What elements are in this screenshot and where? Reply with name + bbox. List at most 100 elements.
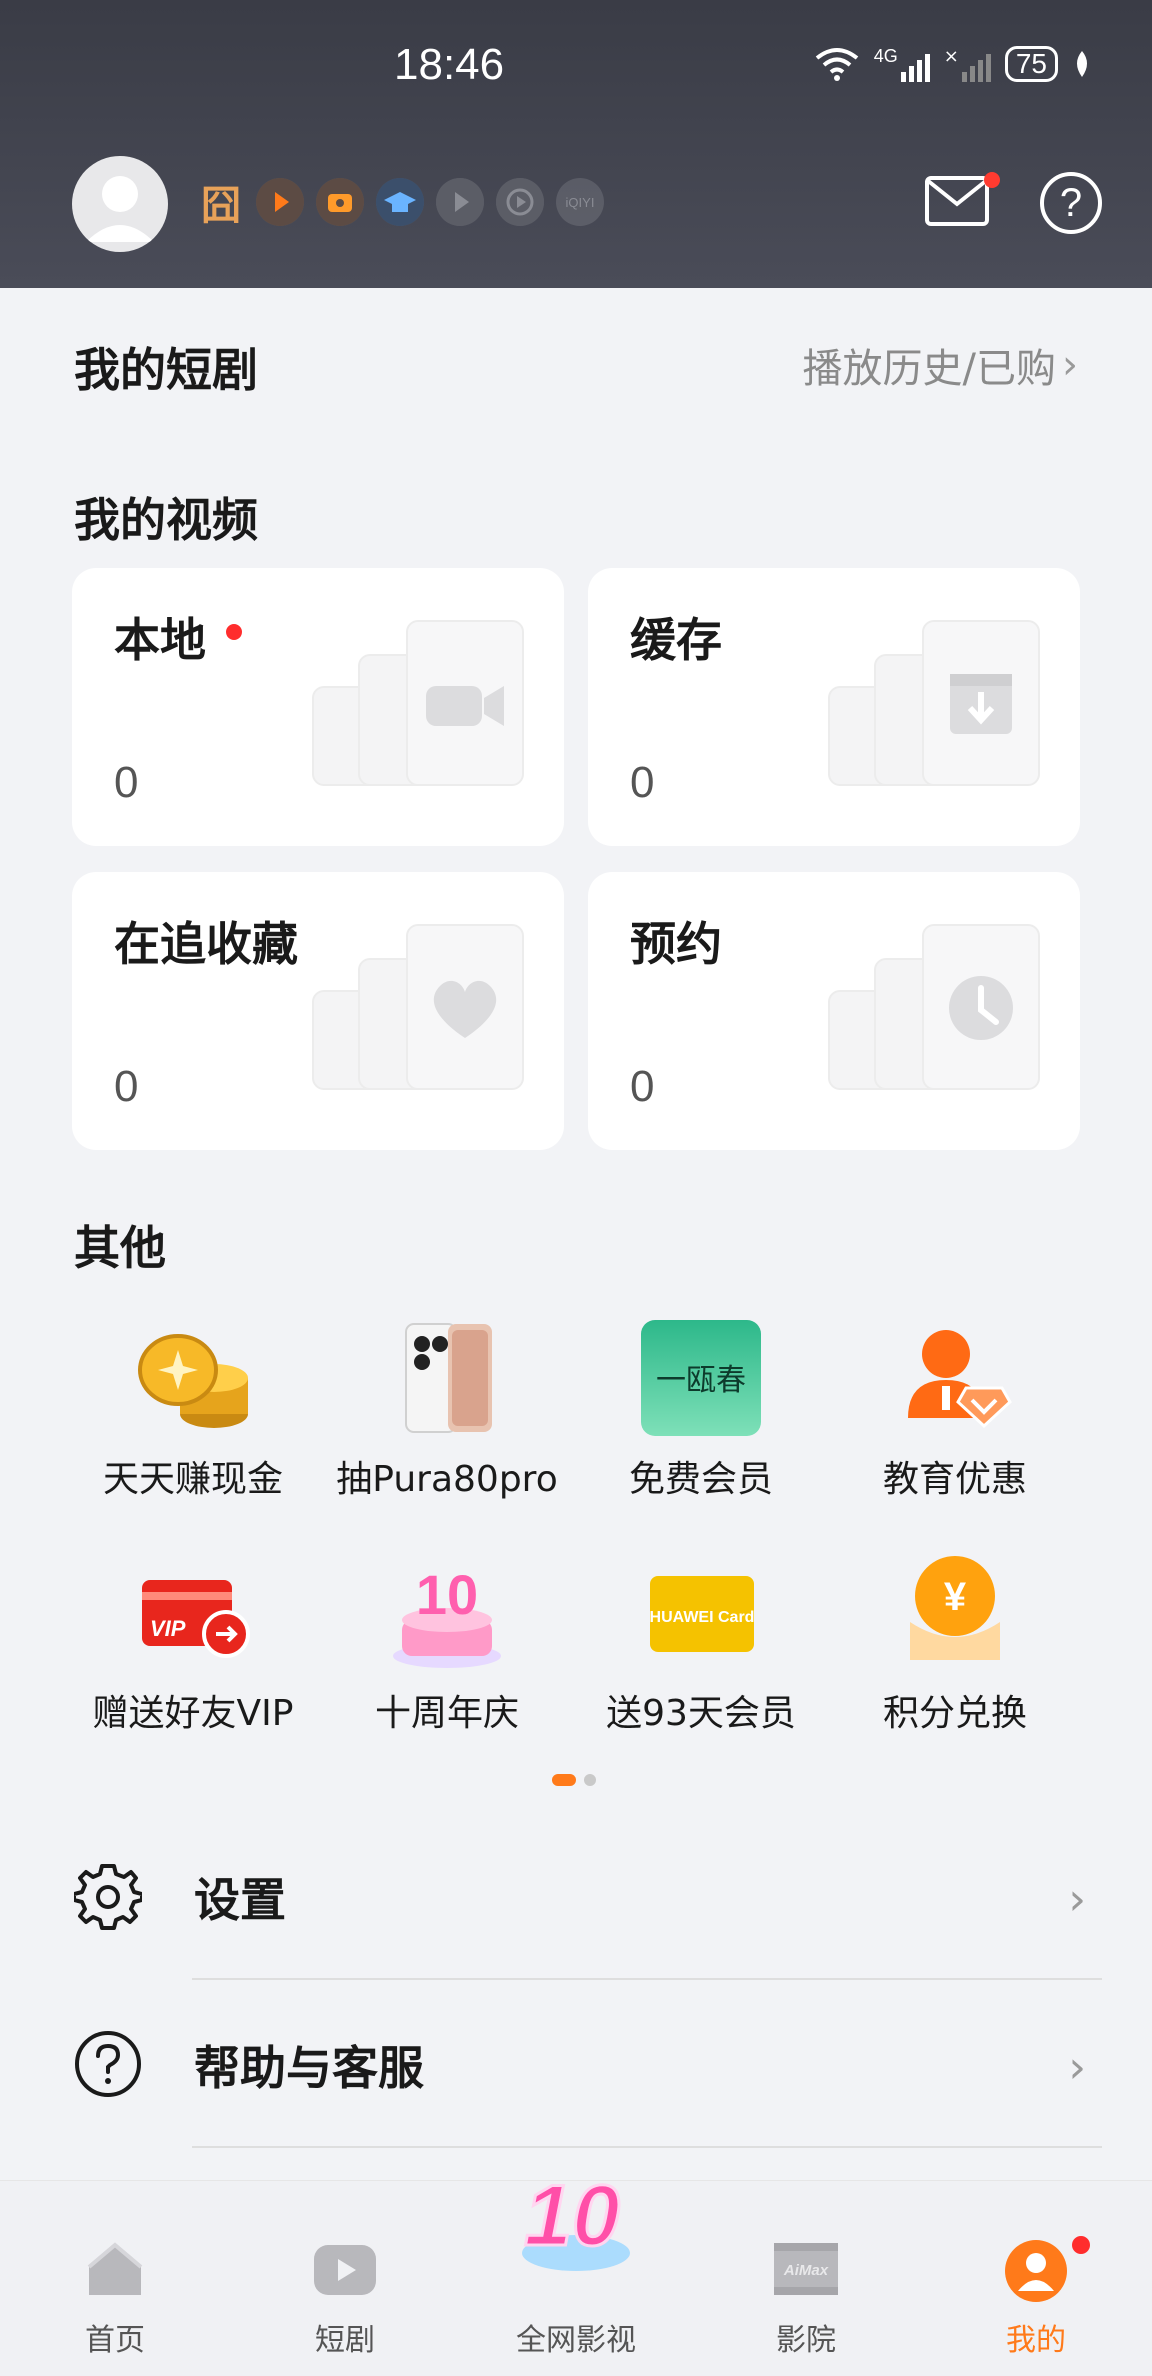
battery-indicator: 75 (1004, 46, 1058, 82)
video-camera-icon (426, 686, 504, 726)
nav-label: 全网影视 (516, 2323, 636, 2358)
cache-videos-card[interactable]: 缓存 0 (588, 568, 1080, 846)
video-badge-icon[interactable] (436, 178, 484, 226)
download-box-icon (950, 674, 1012, 734)
grid-label: 送93天会员 (606, 1693, 796, 1734)
grid-label: 赠送好友VIP (92, 1693, 294, 1734)
heart-icon (433, 980, 497, 1038)
avatar[interactable] (72, 156, 168, 252)
aimax-icon-text: AiMax (783, 2262, 829, 2279)
grid-item-free-member[interactable]: 一瓯春 免费会员 (576, 1318, 826, 1502)
grid-item-education-discount[interactable]: 教育优惠 (830, 1318, 1080, 1502)
wifi-icon (815, 48, 858, 81)
grid-item-points-exchange[interactable]: ¥ 积分兑换 (830, 1552, 1080, 1736)
iqiyi-label: iQIYI (565, 194, 595, 210)
mail-icon[interactable] (924, 172, 990, 228)
nav-all-videos[interactable]: 10 全网影视 (461, 2167, 691, 2376)
gear-icon (74, 1864, 142, 1930)
help-icon[interactable]: ? (1040, 172, 1102, 234)
status-time: 18:46 (394, 40, 505, 89)
local-videos-card[interactable]: 本地 0 (72, 568, 564, 846)
grid-item-tenth-anniversary[interactable]: 10 十周年庆 (322, 1552, 572, 1736)
vip-card-icon-text: VIP (150, 1616, 186, 1641)
nav-label: 首页 (85, 2323, 145, 2358)
tenth-anniversary-icon: 10 (522, 2167, 630, 2271)
free-member-icon-text: 一瓯春 (656, 1363, 746, 1398)
my-videos-title: 我的视频 (74, 493, 258, 547)
signal-4g-icon: 4G (874, 46, 930, 82)
nav-home[interactable]: 首页 (0, 2181, 230, 2376)
nav-profile[interactable]: 我的 (921, 2181, 1151, 2376)
card-title: 在追收藏 (114, 917, 298, 971)
signal-no-sim-icon: × (944, 46, 991, 82)
grid-label: 积分兑换 (882, 1693, 1027, 1734)
nav-label: 影院 (776, 2323, 836, 2358)
leaf-icon (1077, 51, 1087, 77)
settings-row[interactable]: 设置 › (0, 1812, 1152, 1980)
vip-card-icon: VIP (128, 1552, 258, 1672)
menu-label: 设置 (194, 1873, 286, 1927)
grid-item-pura-draw[interactable]: 抽Pura80pro (322, 1318, 572, 1502)
nav-label: 短剧 (315, 2323, 375, 2358)
pager-dot-active (552, 1774, 576, 1786)
chevron-right-icon: › (1068, 1874, 1086, 1925)
network-type: 4G (873, 46, 898, 66)
card-title: 本地 (114, 613, 206, 667)
member-badge[interactable]: 囧 (198, 179, 244, 229)
mail-notification-dot (984, 172, 1000, 188)
new-indicator-dot (226, 624, 242, 640)
menu-label: 帮助与客服 (194, 2041, 424, 2095)
grid-item-daily-cash[interactable]: 天天赚现金 (68, 1318, 318, 1502)
profile-icon (1005, 2240, 1067, 2302)
card-count: 0 (114, 758, 139, 807)
grid-label: 十周年庆 (374, 1693, 519, 1734)
card-count: 0 (630, 758, 655, 807)
pager-dot (584, 1774, 596, 1786)
others-title: 其他 (74, 1221, 166, 1275)
home-icon (87, 2242, 143, 2295)
grid-label: 天天赚现金 (102, 1459, 283, 1500)
points-exchange-icon: ¥ (890, 1552, 1020, 1672)
grid-label: 教育优惠 (882, 1459, 1027, 1500)
tv-badge-icon[interactable] (316, 178, 364, 226)
bottom-navigation: 首页 短剧 10 全网影视 AiMax 影院 我的 (0, 2167, 1152, 2376)
tenth-anniversary-icon-text: 10 (524, 2168, 620, 2264)
grid-label: 免费会员 (628, 1459, 773, 1500)
grid-item-93-days-member[interactable]: HUAWEI Card 送93天会员 (576, 1552, 826, 1736)
play-history-link[interactable]: 播放历史/已购 › (803, 336, 1078, 394)
status-icons: 4G × 75 (814, 46, 1092, 82)
iqiyi-badge-icon[interactable]: iQIYI (556, 178, 604, 226)
education-discount-icon (890, 1318, 1020, 1438)
chevron-right-icon: › (1068, 2042, 1086, 2093)
nav-short-drama[interactable]: 短剧 (230, 2181, 460, 2376)
nav-label: 我的 (1006, 2323, 1066, 2358)
help-support-row[interactable]: 帮助与客服 › (0, 1980, 1152, 2148)
points-exchange-icon-text: ¥ (944, 1575, 967, 1619)
profile-header: 18:46 4G × 75 囧 iQIYI ? (0, 0, 1152, 288)
anniversary-cake-icon: 10 (382, 1552, 512, 1672)
card-title: 预约 (630, 917, 722, 971)
card-title: 缓存 (630, 613, 722, 667)
grid-label: 抽Pura80pro (336, 1459, 558, 1500)
member-badges[interactable]: 囧 iQIYI (198, 178, 604, 229)
film-badge-icon[interactable] (496, 178, 544, 226)
education-badge-icon[interactable] (376, 178, 424, 226)
phone-icon (382, 1318, 512, 1438)
profile-notification-dot (1069, 2233, 1093, 2257)
chevron-right-icon: › (1062, 342, 1078, 388)
following-favorites-card[interactable]: 在追收藏 0 (72, 872, 564, 1150)
play-badge-icon[interactable] (256, 178, 304, 226)
nav-cinema[interactable]: AiMax 影院 (691, 2181, 921, 2376)
card-count: 0 (630, 1062, 655, 1111)
help-circle-icon (75, 2031, 141, 2097)
divider (192, 2146, 1102, 2148)
free-member-icon: 一瓯春 (636, 1318, 766, 1438)
others-pager (552, 1774, 596, 1786)
play-history-label: 播放历史/已购 (802, 346, 1056, 392)
grid-item-gift-vip[interactable]: VIP 赠送好友VIP (68, 1552, 318, 1736)
card-count: 0 (114, 1062, 139, 1111)
anniversary-cake-icon-text: 10 (416, 1563, 478, 1626)
short-drama-icon (314, 2245, 376, 2295)
default-avatar-icon (86, 176, 154, 242)
reservation-card[interactable]: 预约 0 (588, 872, 1080, 1150)
